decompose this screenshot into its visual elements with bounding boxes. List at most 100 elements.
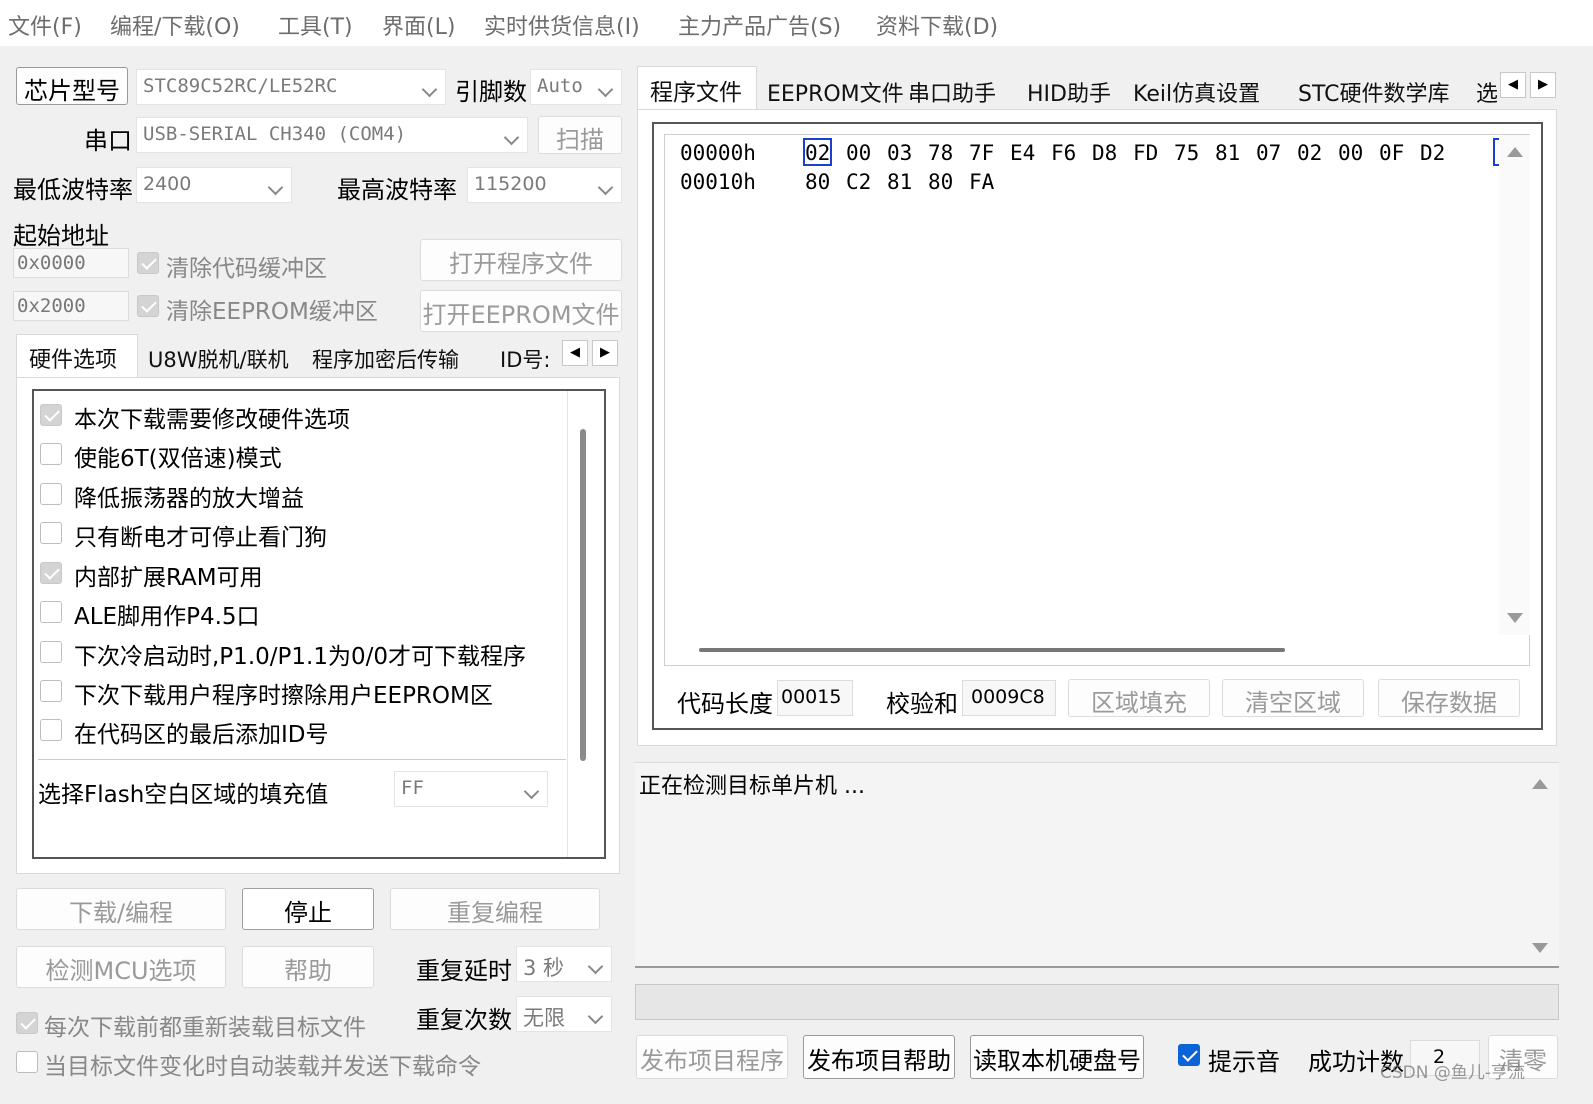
tab-id[interactable]: ID号: (500, 344, 560, 374)
repeat-delay-select[interactable]: 3 秒 (516, 946, 612, 982)
tab-encrypt-transfer[interactable]: 程序加密后传输 (312, 344, 459, 374)
scroll-down-icon[interactable] (1507, 613, 1523, 623)
scroll-up-icon[interactable] (1507, 147, 1523, 157)
region-fill-button[interactable]: 区域填充 (1068, 679, 1210, 717)
hex-byte[interactable]: E4 (1010, 141, 1035, 165)
option-row[interactable]: 本次下载需要修改硬件选项 (34, 398, 564, 434)
menu-file[interactable]: 文件(F) (8, 9, 82, 41)
repeat-program-button[interactable]: 重复编程 (390, 888, 600, 930)
help-button[interactable]: 帮助 (242, 946, 374, 988)
hex-byte[interactable]: D8 (1092, 141, 1117, 165)
menu-supply-info[interactable]: 实时供货信息(I) (484, 9, 640, 41)
hex-byte[interactable]: FD (1133, 141, 1158, 165)
option-row[interactable]: 降低振荡器的放大增益 (34, 477, 564, 513)
tab-serial-assistant[interactable]: 串口助手 (908, 76, 996, 108)
hex-byte[interactable]: 81 (887, 170, 912, 194)
tab-keil-sim[interactable]: Keil仿真设置 (1133, 76, 1260, 108)
open-eeprom-file-button[interactable]: 打开EEPROM文件 (420, 290, 622, 332)
sound-checkbox[interactable] (1178, 1044, 1200, 1066)
tab-stc-math-lib[interactable]: STC硬件数学库 (1298, 76, 1449, 108)
tab-hardware-options[interactable]: 硬件选项 (16, 334, 138, 378)
download-program-button[interactable]: 下载/编程 (16, 888, 226, 930)
open-program-file-button[interactable]: 打开程序文件 (420, 239, 622, 281)
tab-eeprom-file[interactable]: EEPROM文件 (767, 76, 904, 108)
start-address-eeprom-input[interactable]: 0x2000 (13, 291, 129, 321)
auto-send-checkbox[interactable] (16, 1051, 38, 1073)
detect-mcu-options-button[interactable]: 检测MCU选项 (16, 946, 226, 988)
hex-byte[interactable]: 03 (887, 141, 912, 165)
max-baud-select[interactable]: 115200 (467, 167, 622, 203)
hex-byte[interactable]: D2 (1420, 141, 1445, 165)
tab-scroll-right-icon[interactable]: ▶ (1530, 72, 1556, 98)
clear-eeprom-buffer-checkbox[interactable] (137, 295, 159, 317)
log-area[interactable]: 正在检测目标单片机 ... (635, 762, 1559, 968)
option-row[interactable]: 只有断电才可停止看门狗 (34, 516, 564, 552)
stop-button[interactable]: 停止 (242, 888, 374, 930)
reload-before-download-label: 每次下载前都重新装载目标文件 (44, 1015, 366, 1041)
option-checkbox[interactable] (40, 680, 62, 702)
hex-byte[interactable]: C2 (846, 170, 871, 194)
option-row[interactable]: 使能6T(双倍速)模式 (34, 437, 564, 473)
option-row[interactable]: 下次冷启动时,P1.0/P1.1为0/0才可下载程序 (34, 635, 564, 671)
tab-program-file[interactable]: 程序文件 (637, 66, 757, 110)
scrollbar-thumb[interactable] (580, 429, 586, 761)
vertical-scrollbar[interactable] (1499, 135, 1530, 635)
tab-scroll-right-icon[interactable]: ▶ (592, 340, 618, 366)
menu-program-download[interactable]: 编程/下载(O) (110, 9, 240, 41)
option-checkbox[interactable] (40, 522, 62, 544)
option-row[interactable]: 在代码区的最后添加ID号 (34, 713, 564, 749)
scroll-down-icon[interactable] (1532, 943, 1548, 953)
option-checkbox[interactable] (40, 641, 62, 663)
chip-type-select[interactable]: STC89C52RC/LE52RC (136, 69, 446, 105)
fill-value-select[interactable]: FF (394, 771, 548, 807)
hex-byte[interactable]: 78 (928, 141, 953, 165)
menu-downloads[interactable]: 资料下载(D) (876, 9, 998, 41)
option-row[interactable]: 下次下载用户程序时擦除用户EEPROM区 (34, 674, 564, 710)
hex-byte[interactable]: 00 (1338, 141, 1363, 165)
serial-port-select[interactable]: USB-SERIAL CH340 (COM4) (136, 117, 528, 153)
scan-button[interactable]: 扫描 (538, 116, 622, 154)
min-baud-select[interactable]: 2400 (136, 167, 292, 203)
chip-type-button[interactable]: 芯片型号 (16, 67, 128, 105)
publish-program-button[interactable]: 发布项目程序 (636, 1035, 788, 1079)
hex-byte[interactable]: 00 (846, 141, 871, 165)
hex-byte[interactable]: 7F (969, 141, 994, 165)
hex-byte[interactable]: F6 (1051, 141, 1076, 165)
hex-byte[interactable]: FA (969, 170, 994, 194)
hex-byte[interactable]: 80 (928, 170, 953, 194)
tab-u8w[interactable]: U8W脱机/联机 (148, 344, 289, 374)
reload-before-download-checkbox[interactable] (16, 1012, 38, 1034)
save-data-button[interactable]: 保存数据 (1378, 679, 1520, 717)
option-checkbox[interactable] (40, 483, 62, 505)
pin-count-select[interactable]: Auto (530, 69, 622, 105)
repeat-count-select[interactable]: 无限 (516, 996, 612, 1032)
hex-byte[interactable]: 07 (1256, 141, 1281, 165)
option-checkbox[interactable] (40, 719, 62, 741)
tab-more[interactable]: 选 (1476, 76, 1498, 108)
option-row[interactable]: 内部扩展RAM可用 (34, 556, 564, 592)
hex-byte[interactable]: 81 (1215, 141, 1240, 165)
scroll-up-icon[interactable] (1532, 779, 1548, 789)
menu-tools[interactable]: 工具(T) (278, 9, 353, 41)
hex-byte[interactable]: 75 (1174, 141, 1199, 165)
clear-region-button[interactable]: 清空区域 (1222, 679, 1364, 717)
option-row[interactable]: ALE脚用作P4.5口 (34, 595, 564, 631)
menu-interface[interactable]: 界面(L) (382, 9, 455, 41)
tab-scroll-left-icon[interactable]: ◀ (562, 340, 588, 366)
option-checkbox[interactable] (40, 562, 62, 584)
tab-scroll-left-icon[interactable]: ◀ (1500, 72, 1526, 98)
hex-byte[interactable]: 02 (1297, 141, 1322, 165)
horizontal-scrollbar-thumb[interactable] (699, 648, 1285, 652)
option-checkbox[interactable] (40, 443, 62, 465)
read-disk-id-button[interactable]: 读取本机硬盘号 (970, 1035, 1144, 1079)
tab-hid-assistant[interactable]: HID助手 (1027, 76, 1111, 108)
option-checkbox[interactable] (40, 404, 62, 426)
hex-byte[interactable]: 80 (805, 170, 830, 194)
start-address-code-input[interactable]: 0x0000 (13, 248, 129, 278)
option-checkbox[interactable] (40, 601, 62, 623)
hex-view[interactable]: 00000h 02 00 03 78 7F E4 F6 D8 FD 75 81 … (664, 134, 1530, 666)
hex-byte[interactable]: 0F (1379, 141, 1404, 165)
publish-help-button[interactable]: 发布项目帮助 (803, 1035, 955, 1079)
clear-code-buffer-checkbox[interactable] (137, 252, 159, 274)
menu-product-ads[interactable]: 主力产品广告(S) (678, 9, 841, 41)
